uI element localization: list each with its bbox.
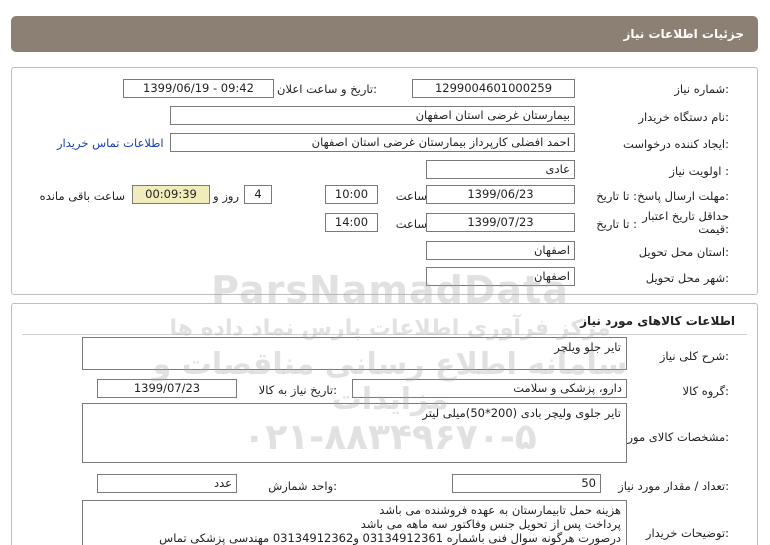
- need-details-panel: شماره نیاز: 1299004601000259 تاریخ و ساع…: [11, 67, 758, 295]
- specs-field: تایر جلوی ولیچر بادی (200*50)میلی لیتر: [82, 403, 627, 463]
- deadline-date-field: 1399/06/23: [426, 185, 575, 204]
- need-date-label: تاریخ نیاز به کالا:: [258, 383, 337, 397]
- priority-label: اولویت نیاز :: [669, 164, 729, 178]
- group-label: گروه کالا:: [682, 384, 729, 398]
- province-field: اصفهان: [426, 241, 575, 260]
- need-date-field: 1399/07/23: [97, 379, 237, 398]
- validity-date-field: 1399/07/23: [426, 213, 575, 232]
- qty-label: تعداد / مقدار مورد نیاز:: [618, 479, 729, 493]
- deadline-time-label: ساعت: [395, 189, 427, 203]
- page-header: جزئیات اطلاعات نیاز: [11, 16, 758, 52]
- city-label: شهر محل تحویل:: [645, 271, 729, 285]
- section-divider: [22, 334, 747, 335]
- deadline-to-date-label: تا تاریخ :: [596, 189, 637, 203]
- priority-field: عادی: [426, 160, 575, 179]
- summary-field: تایر جلو ویلچر: [82, 337, 627, 370]
- unit-label: واحد شمارش:: [268, 479, 337, 493]
- notes-label: توضیحات خریدار:: [645, 526, 729, 540]
- validity-time-field: 14:00: [325, 213, 378, 232]
- requester-label: ایجاد کننده درخواست:: [623, 137, 729, 151]
- buyer-contact-link[interactable]: اطلاعات تماس خریدار: [57, 136, 164, 150]
- qty-field: 50: [452, 474, 601, 493]
- notes-line-1: هزینه حمل تابیمارستان به عهده فروشنده می…: [379, 503, 621, 517]
- deadline-time-field: 10:00: [325, 185, 378, 204]
- goods-section-title: اطلاعات کالاهای مورد نیاز: [580, 314, 735, 328]
- group-field: دارو، پزشکی و سلامت: [352, 379, 627, 398]
- validity-time-label: ساعت: [395, 217, 427, 231]
- province-label: استان محل تحویل:: [638, 245, 729, 259]
- announce-field: 1399/06/19 - 09:42: [123, 79, 274, 98]
- remaining-time-field: 00:09:39: [132, 185, 210, 204]
- city-field: اصفهان: [426, 267, 575, 286]
- need-number-label: شماره نیاز:: [674, 82, 729, 96]
- notes-line-3: درصورت هرگونه سوال فنی باشماره 031349123…: [159, 531, 621, 545]
- days-field: 4: [244, 185, 272, 204]
- notes-field: هزینه حمل تابیمارستان به عهده فروشنده می…: [82, 500, 627, 545]
- unit-field: عدد: [97, 474, 237, 493]
- validity-to-date-label: تا تاریخ :: [596, 217, 637, 231]
- requester-field: احمد افضلی کارپرداز بیمارستان غرضی استان…: [170, 133, 575, 152]
- days-label: روز و: [213, 189, 239, 203]
- summary-label: شرح کلی نیاز:: [659, 349, 729, 363]
- remaining-label: ساعت باقی مانده: [39, 189, 125, 203]
- deadline-label: مهلت ارسال پاسخ:: [637, 189, 729, 203]
- notes-line-2: پرداخت پس از تحویل جنس وفاکتور سه ماهه م…: [360, 517, 621, 531]
- buyer-label: نام دستگاه خریدار:: [638, 110, 729, 124]
- need-number-field: 1299004601000259: [412, 79, 575, 98]
- goods-panel: اطلاعات کالاهای مورد نیاز شرح کلی نیاز: …: [11, 303, 758, 545]
- buyer-field: بیمارستان غرضی استان اصفهان: [170, 106, 575, 125]
